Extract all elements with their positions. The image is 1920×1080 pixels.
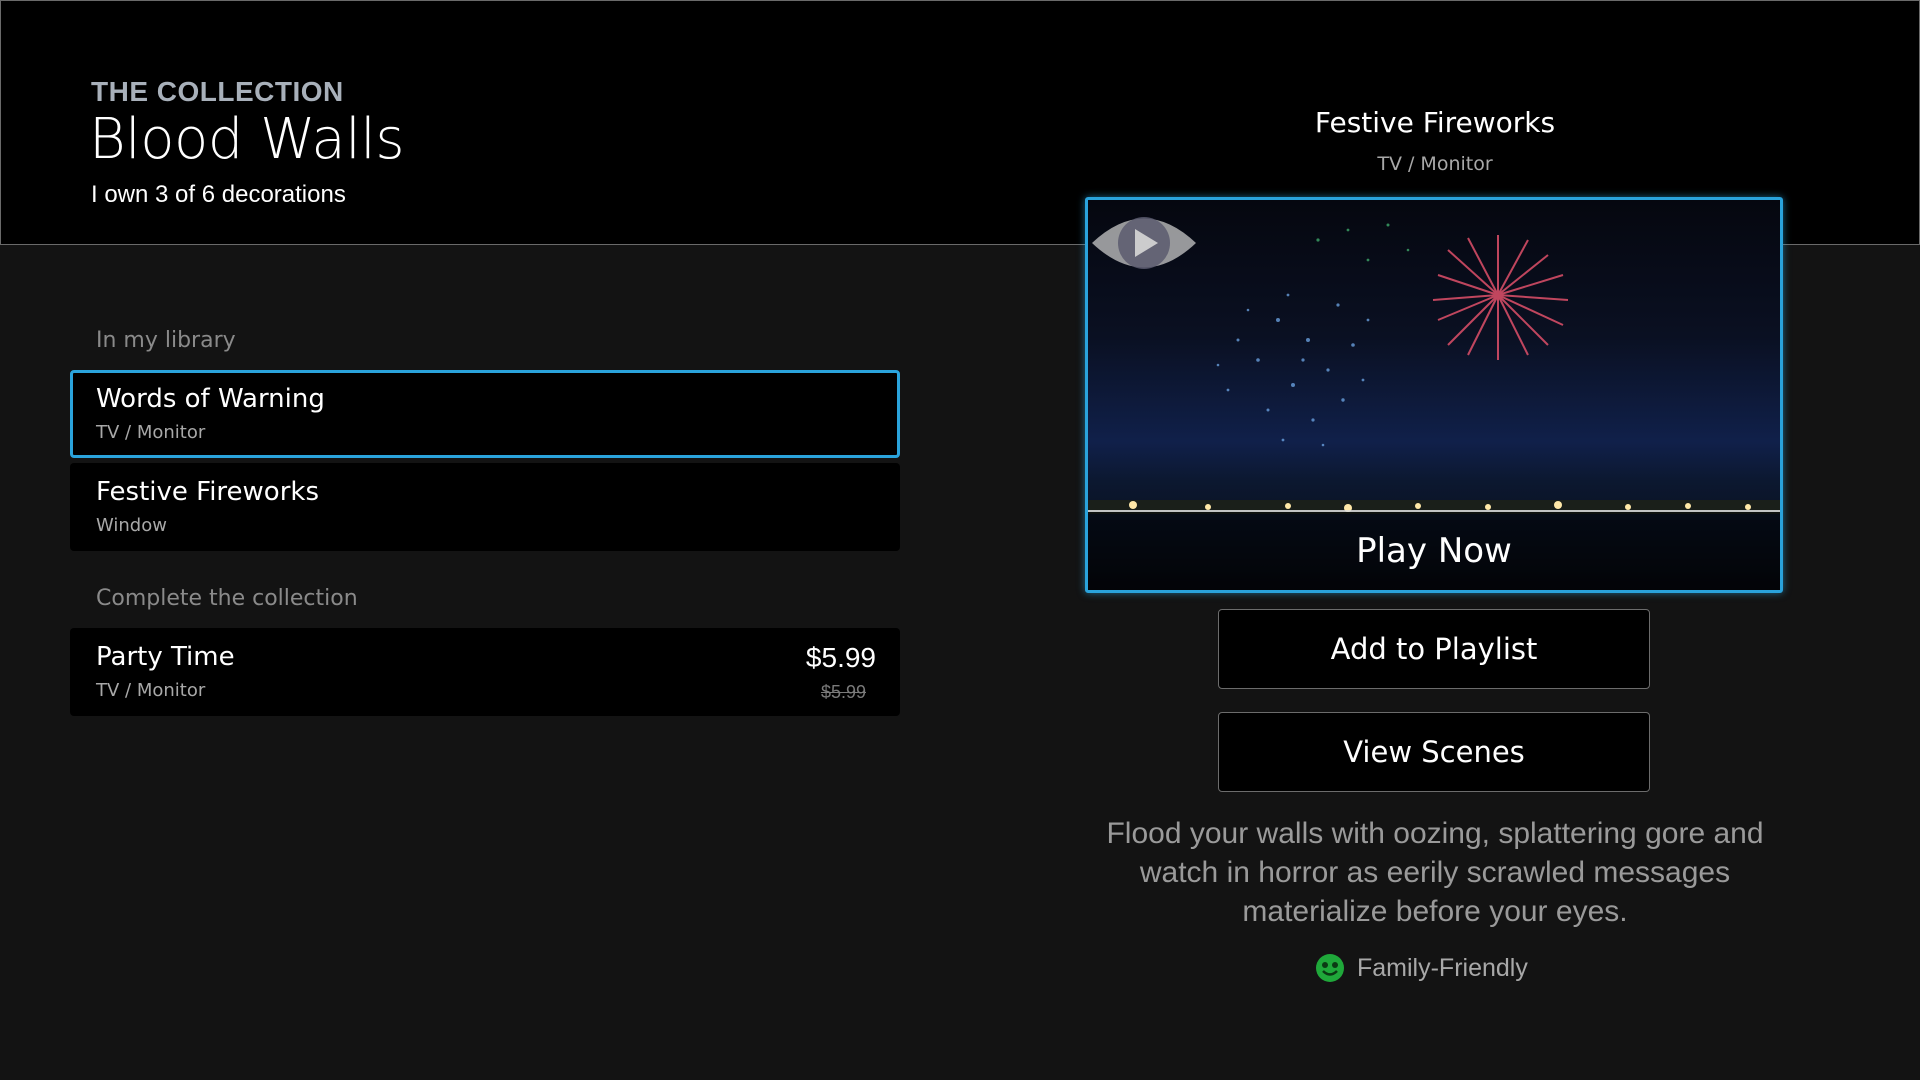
- list-item-subtitle: TV / Monitor: [96, 680, 206, 701]
- collection-page: THE COLLECTION Blood Walls I own 3 of 6 …: [0, 0, 1920, 1080]
- play-now-button[interactable]: Play Now: [1088, 510, 1780, 590]
- add-to-playlist-button[interactable]: Add to Playlist: [1218, 609, 1650, 689]
- list-item-words-of-warning[interactable]: Words of Warning TV / Monitor: [70, 370, 900, 458]
- view-scenes-button[interactable]: View Scenes: [1218, 712, 1650, 792]
- library-section-label: In my library: [96, 328, 236, 353]
- list-item-title: Party Time: [96, 642, 235, 672]
- list-item-subtitle: Window: [96, 515, 167, 536]
- list-item-party-time[interactable]: Party Time TV / Monitor $5.99 $5.99: [70, 628, 900, 716]
- detail-subtitle: TV / Monitor: [1377, 153, 1493, 175]
- page-title: Blood Walls: [89, 107, 405, 172]
- collection-eyebrow: THE COLLECTION: [91, 76, 344, 107]
- ownership-count: I own 3 of 6 decorations: [91, 181, 346, 208]
- description-text: Flood your walls with oozing, splatterin…: [1106, 817, 1764, 928]
- list-item-subtitle: TV / Monitor: [96, 422, 206, 443]
- price-label: $5.99: [805, 642, 876, 673]
- rating-badge: Family-Friendly: [1315, 952, 1528, 984]
- detail-title: Festive Fireworks: [1314, 106, 1556, 139]
- rating-label: Family-Friendly: [1357, 953, 1528, 982]
- smiley-face-icon: [1316, 954, 1344, 982]
- list-item-title: Festive Fireworks: [96, 477, 320, 507]
- list-item-title: Words of Warning: [96, 384, 325, 414]
- preview-play-tile[interactable]: Play Now: [1085, 197, 1783, 593]
- list-item-festive-fireworks[interactable]: Festive Fireworks Window: [70, 463, 900, 551]
- play-eye-icon: [1092, 217, 1196, 269]
- original-price-label: $5.99: [820, 682, 866, 702]
- complete-section-label: Complete the collection: [96, 586, 358, 611]
